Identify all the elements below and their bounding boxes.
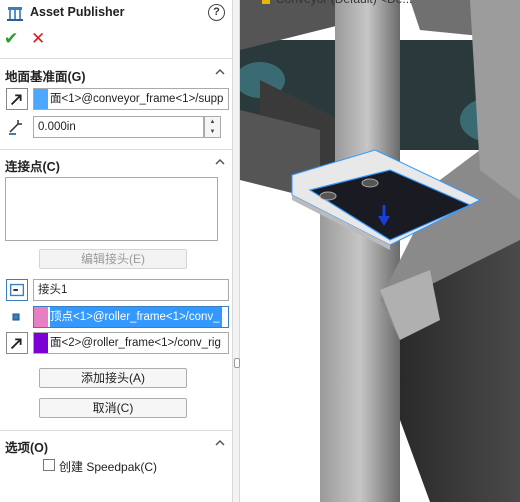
divider	[0, 149, 232, 150]
create-speedpak-label[interactable]: 创建 Speedpak(C)	[59, 458, 157, 475]
divider	[0, 430, 232, 431]
offset-distance-value: 0.000in	[38, 121, 76, 133]
ground-plane-section-title: 地面基准面(G)	[5, 70, 86, 84]
chevron-up-icon[interactable]	[214, 156, 226, 168]
ground-plane-section-header[interactable]: 地面基准面(G)	[0, 64, 232, 84]
connection-points-section-header[interactable]: 连接点(C)	[0, 154, 232, 174]
panel-title-row: Asset Publisher ?	[0, 0, 232, 26]
viewport-header-text: Conveyor (Default) <De...	[276, 0, 412, 6]
3d-viewport[interactable]: Conveyor (Default) <De...	[240, 0, 520, 502]
plate-hole	[361, 178, 379, 188]
divider	[0, 58, 232, 59]
ground-face-selection-text: 面<1>@conveyor_frame<1>/supp	[50, 93, 224, 105]
3d-model-render	[240, 0, 520, 502]
direction-face-selection-field[interactable]: 面<2>@roller_frame<1>/conv_rig	[33, 332, 229, 354]
direction-arrow-icon[interactable]	[6, 332, 28, 354]
chevron-up-icon[interactable]	[214, 437, 226, 449]
property-manager-panel: Asset Publisher ? ✔ ✕ 地面基准面(G) 面<1>@conv…	[0, 0, 238, 502]
vertex-color-swatch	[34, 307, 48, 327]
vertex-point-icon	[12, 313, 20, 321]
edit-connector-button[interactable]: 编辑接头(E)	[39, 249, 187, 269]
vertex-selection-text: 顶点<1>@roller_frame<1>/conv_	[50, 307, 222, 327]
component-icon	[262, 0, 270, 4]
panel-splitter[interactable]	[232, 0, 240, 502]
direction-face-selection-text: 面<2>@roller_frame<1>/conv_rig	[50, 337, 221, 349]
face-color-swatch	[34, 89, 48, 109]
connector-icon	[6, 279, 28, 301]
offset-spinner[interactable]: ▲ ▼	[204, 116, 221, 138]
ground-face-selection-field[interactable]: 面<1>@conveyor_frame<1>/supp	[33, 88, 229, 110]
vertex-selection-field[interactable]: 顶点<1>@roller_frame<1>/conv_	[33, 306, 229, 328]
cancel-connector-button[interactable]: 取消(C)	[39, 398, 187, 418]
plate-hole	[319, 191, 337, 201]
options-section-title: 选项(O)	[5, 441, 49, 455]
asset-publisher-icon	[7, 7, 23, 21]
add-connector-button[interactable]: 添加接头(A)	[39, 368, 187, 388]
face-color-swatch	[34, 333, 48, 353]
create-speedpak-checkbox[interactable]	[43, 459, 55, 471]
options-section-header[interactable]: 选项(O)	[0, 435, 232, 455]
ok-checkmark-icon[interactable]: ✔	[4, 29, 18, 49]
face-selection-arrow-icon[interactable]	[6, 88, 28, 110]
connector-name-value: 接头1	[38, 284, 68, 296]
connector-name-input[interactable]: 接头1	[33, 279, 229, 301]
panel-title: Asset Publisher	[30, 5, 125, 19]
spin-down-icon[interactable]: ▼	[205, 127, 220, 137]
offset-distance-input[interactable]: 0.000in	[33, 116, 204, 138]
chevron-up-icon[interactable]	[214, 66, 226, 78]
cancel-close-icon[interactable]: ✕	[31, 29, 45, 49]
offset-distance-icon	[6, 116, 28, 138]
connection-points-section-title: 连接点(C)	[5, 160, 60, 174]
spin-up-icon[interactable]: ▲	[205, 117, 220, 127]
connection-points-list[interactable]	[5, 177, 218, 241]
help-icon[interactable]: ?	[208, 4, 225, 21]
